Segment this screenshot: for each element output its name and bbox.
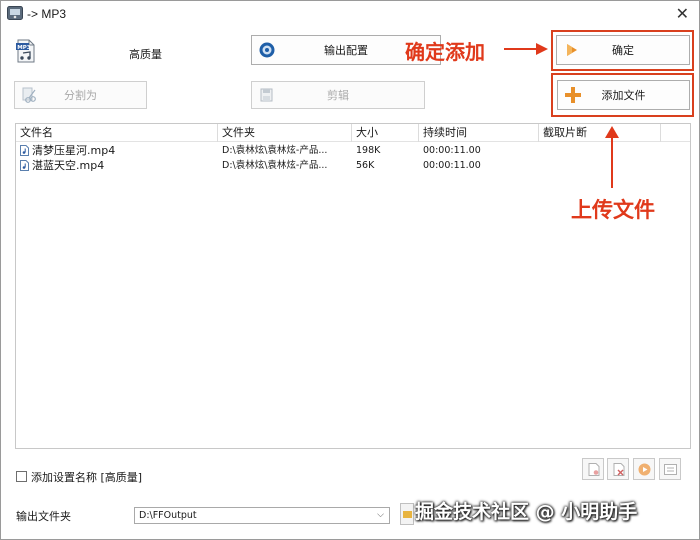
cell-filename: 清梦压星河.mp4: [32, 144, 116, 157]
cell-filename: 湛蓝天空.mp4: [32, 159, 105, 172]
info-icon: [664, 464, 677, 475]
svg-text:MP3: MP3: [17, 45, 31, 51]
info-button[interactable]: [659, 458, 681, 480]
output-folder-value: D:\FFOutput: [139, 510, 197, 521]
add-item-button[interactable]: [582, 458, 604, 480]
plus-icon: [565, 87, 581, 103]
output-config-label: 输出配置: [324, 44, 368, 57]
col-header-duration[interactable]: 持续时间: [419, 124, 539, 142]
cell-folder: D:\袁林炫\袁林炫-产品...: [222, 145, 328, 156]
cell-size: 198K: [356, 145, 381, 156]
mp3-file-icon: MP3: [16, 39, 35, 63]
file-table[interactable]: 文件名 文件夹 大小 持续时间 截取片断 清梦压星河.mp4 D:\袁林炫\袁林…: [15, 123, 691, 449]
table-row[interactable]: 湛蓝天空.mp4 D:\袁林炫\袁林炫-产品... 56K 00:00:11.0…: [16, 158, 690, 173]
play-button[interactable]: [633, 458, 655, 480]
chevron-down-icon[interactable]: ⌵: [377, 508, 384, 523]
col-header-clip[interactable]: 截取片断: [539, 124, 661, 142]
confirm-button[interactable]: 确定: [556, 35, 690, 65]
annotation-arrow-up-icon: [605, 126, 619, 188]
cell-clip: [539, 143, 661, 158]
split-label: 分割为: [64, 89, 97, 102]
col-header-folder[interactable]: 文件夹: [218, 124, 352, 142]
clip-icon: [260, 88, 273, 102]
add-setting-name-checkbox[interactable]: [16, 471, 27, 482]
annotation-upload-file: 上传文件: [571, 198, 655, 222]
add-file-label: 添加文件: [601, 89, 646, 102]
table-header: 文件名 文件夹 大小 持续时间 截取片断: [16, 124, 690, 142]
output-folder-select[interactable]: D:\FFOutput ⌵: [134, 507, 390, 524]
cell-folder: D:\袁林炫\袁林炫-产品...: [222, 160, 328, 171]
app-icon: [7, 6, 23, 20]
watermark-text: 掘金技术社区 @ 小明助手: [415, 501, 638, 523]
play-icon: [638, 463, 651, 476]
title-bar: -> MP3 ✕: [1, 1, 699, 27]
scissors-icon: [22, 87, 36, 103]
cell-size: 56K: [356, 160, 375, 171]
add-setting-name-label: 添加设置名称 [高质量]: [31, 471, 143, 484]
cell-duration: 00:00:11.00: [423, 145, 481, 156]
add-file-button[interactable]: 添加文件: [557, 80, 690, 110]
close-icon[interactable]: ✕: [676, 4, 689, 23]
folder-icon[interactable]: [400, 503, 414, 525]
col-header-size[interactable]: 大小: [352, 124, 419, 142]
confirm-label: 确定: [612, 44, 634, 57]
output-folder-label: 输出文件夹: [16, 510, 71, 523]
remove-item-button[interactable]: [607, 458, 629, 480]
arrow-right-icon: [567, 44, 577, 56]
clip-label: 剪辑: [327, 89, 349, 102]
clip-button[interactable]: 剪辑: [251, 81, 425, 109]
split-button[interactable]: 分割为: [14, 81, 147, 109]
window-title: -> MP3: [27, 7, 67, 21]
annotation-confirm-add: 确定添加: [405, 40, 485, 64]
col-header-filename[interactable]: 文件名: [16, 124, 218, 142]
cell-duration: 00:00:11.00: [423, 160, 481, 171]
table-row[interactable]: 清梦压星河.mp4 D:\袁林炫\袁林炫-产品... 198K 00:00:11…: [16, 143, 690, 158]
gear-icon: [259, 42, 275, 58]
file-add-icon: [588, 463, 600, 476]
file-remove-icon: [613, 463, 625, 476]
profile-label: 高质量: [129, 48, 162, 61]
app-window: -> MP3 ✕ MP3 高质量 输出配置 确定添加 确定 分割为 剪辑 添加文…: [0, 0, 700, 540]
annotation-arrow-right-icon: [504, 43, 548, 55]
cell-clip: [539, 158, 661, 173]
